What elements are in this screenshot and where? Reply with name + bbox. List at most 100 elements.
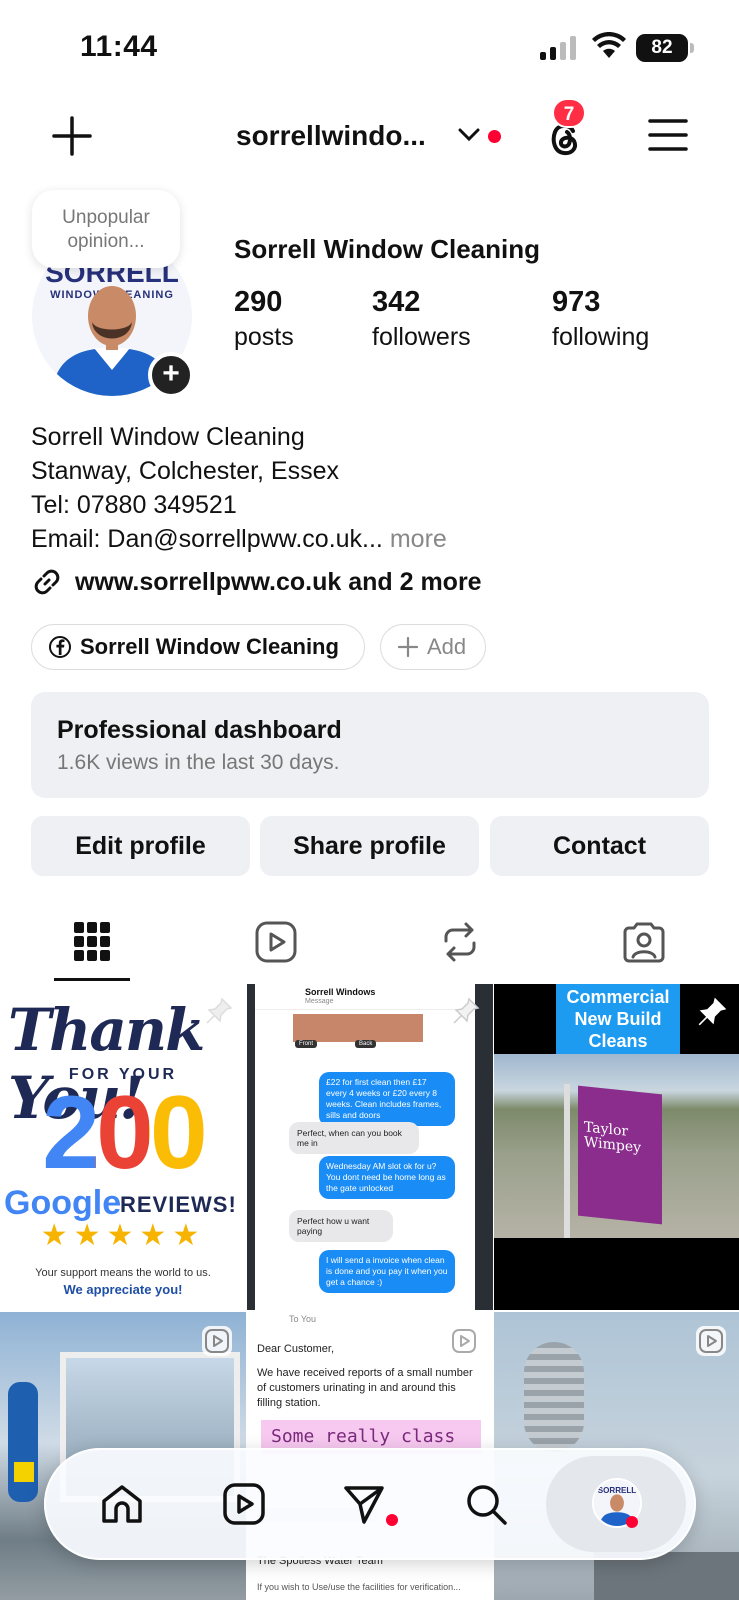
bio-email: Email: Dan@sorrellpww.co.uk...	[31, 525, 383, 553]
chat-message-out: I will send a invoice when clean is done…	[319, 1250, 455, 1293]
bio-line: Stanway, Colchester, Essex	[31, 457, 340, 485]
chat-phone-screen: Sorrell Windows Message Front Back £22 f…	[255, 984, 475, 1310]
profile-tabs	[0, 910, 739, 982]
wifi-icon	[592, 32, 626, 58]
post-thankyou-appreciate: We appreciate you!	[63, 1282, 183, 1297]
reel-person	[8, 1382, 38, 1502]
grid-icon	[74, 922, 110, 961]
reels-icon	[255, 921, 297, 963]
house-label: Front	[295, 1040, 318, 1048]
notification-count-badge: 7	[552, 98, 586, 128]
chat-header: Sorrell Windows Message	[255, 984, 475, 1010]
account-alert-dot	[488, 130, 501, 143]
letter-to: To You	[289, 1314, 317, 1324]
hamburger-menu-icon[interactable]	[648, 118, 688, 152]
tab-reposts[interactable]	[430, 918, 490, 966]
reel-icon	[696, 1326, 726, 1356]
tab-tagged[interactable]	[614, 918, 674, 966]
house-label: Back	[355, 1040, 377, 1048]
stat-following[interactable]: 973 following	[552, 286, 649, 352]
chat-contact-sub: Message	[305, 998, 334, 1005]
stat-value: 973	[552, 286, 601, 318]
chat-message-out: Wednesday AM slot ok for u? You dont nee…	[319, 1156, 455, 1199]
dashboard-subtitle: 1.6K views in the last 30 days.	[57, 751, 340, 774]
reel-icon	[202, 1326, 232, 1356]
contact-button[interactable]: Contact	[490, 816, 709, 876]
chat-house-image	[293, 1014, 423, 1042]
status-bar: 11:44 82	[0, 0, 739, 90]
messages-unread-dot	[386, 1514, 398, 1526]
facebook-icon	[49, 636, 71, 658]
link-icon	[34, 569, 60, 595]
bio-line: Tel: 07880 349521	[31, 491, 237, 519]
commercial-photo: Taylor Wimpey	[494, 1054, 739, 1238]
professional-dashboard-card[interactable]: Professional dashboard 1.6K views in the…	[31, 692, 709, 798]
chat-message-in: Perfect, when can you book me in	[289, 1122, 419, 1154]
profile-header: sorrellwindo... 7	[0, 98, 739, 172]
cell-signal-icon	[540, 36, 576, 60]
nav-search[interactable]	[460, 1478, 512, 1530]
stat-label: following	[552, 323, 650, 351]
flag-banner: Taylor Wimpey	[578, 1085, 662, 1225]
bio-more-link[interactable]: more	[390, 525, 447, 553]
nav-avatar-logo-text: SORRELL	[598, 1486, 637, 1495]
post-thankyou-stars: ★★★★★	[40, 1219, 206, 1252]
reel-object	[524, 1342, 584, 1452]
send-message-icon	[344, 1486, 384, 1524]
chat-contact-name: Sorrell Windows	[305, 987, 376, 997]
post-thank-you[interactable]: Thank You! FOR YOUR 200 Google REVIEWS! …	[0, 984, 246, 1310]
edit-profile-button[interactable]: Edit profile	[31, 816, 250, 876]
add-story-plus-button[interactable]: +	[148, 352, 194, 398]
profile-display-name: Sorrell Window Cleaning	[234, 234, 541, 264]
stat-followers[interactable]: 342 followers	[372, 286, 471, 352]
stat-value: 342	[372, 286, 421, 318]
reels-icon	[223, 1483, 265, 1525]
nav-reels[interactable]	[218, 1478, 270, 1530]
pin-icon	[206, 997, 233, 1024]
number-text: 200	[42, 1075, 208, 1191]
reel-bucket	[14, 1462, 34, 1482]
profile-website-link[interactable]: www.sorrellpww.co.uk and 2 more	[31, 566, 482, 598]
stat-label: followers	[372, 323, 471, 351]
stat-posts[interactable]: 290 posts	[234, 286, 294, 352]
letter-highlight-text: Some really class	[271, 1426, 456, 1447]
post-thankyou-support: Your support means the world to us.	[35, 1267, 211, 1279]
website-link-text[interactable]: www.sorrellpww.co.uk and 2 more	[75, 568, 482, 597]
tagged-person-icon	[623, 922, 665, 963]
reel-icon	[449, 1326, 479, 1356]
stat-label: posts	[234, 323, 294, 351]
post-chat-screenshot[interactable]: Sorrell Windows Message Front Back £22 f…	[247, 984, 493, 1310]
facebook-profile-chip[interactable]: Sorrell Window Cleaning	[31, 624, 365, 670]
letter-footer: If you wish to Use/use the facilities fo…	[257, 1582, 461, 1592]
bio-line: Email: Dan@sorrellpww.co.uk... more	[31, 522, 447, 556]
create-plus-icon[interactable]	[50, 114, 94, 158]
letter-body: We have received reports of a small numb…	[257, 1367, 473, 1409]
stat-value: 290	[234, 286, 283, 318]
share-profile-button[interactable]: Share profile	[260, 816, 479, 876]
flag-text: Taylor Wimpey	[584, 1119, 642, 1157]
chat-message-out: £22 for first clean then £17 every 4 wee…	[319, 1072, 455, 1126]
active-tab-indicator	[54, 978, 130, 981]
pin-icon	[698, 997, 727, 1026]
post-thankyou-number: 200	[0, 1074, 246, 1193]
home-icon	[102, 1485, 142, 1523]
tab-grid[interactable]	[62, 918, 122, 966]
chevron-down-icon[interactable]	[458, 128, 480, 142]
letter-greeting: Dear Customer,	[257, 1343, 335, 1355]
post-commercial-new-build[interactable]: Taylor Wimpey Commercial New Build Clean…	[494, 984, 739, 1310]
bio-line: Sorrell Window Cleaning	[31, 423, 305, 451]
flag-pole	[564, 1084, 570, 1238]
nav-messages[interactable]	[338, 1478, 390, 1530]
tab-reels[interactable]	[246, 918, 306, 966]
nav-home[interactable]	[96, 1478, 148, 1530]
profile-note-bubble[interactable]: Unpopular opinion...	[32, 190, 180, 268]
post-thankyou-reviews: REVIEWS!	[120, 1192, 237, 1217]
commercial-banner: Commercial New Build Cleans	[556, 984, 680, 1054]
add-link-chip[interactable]: Add	[380, 624, 486, 670]
plus-icon	[397, 636, 419, 658]
repost-icon	[444, 922, 476, 962]
bottom-navigation: SORRELL	[44, 1448, 696, 1560]
status-time: 11:44	[80, 30, 158, 63]
account-username[interactable]: sorrellwindo...	[236, 120, 426, 152]
pin-icon	[453, 997, 480, 1024]
